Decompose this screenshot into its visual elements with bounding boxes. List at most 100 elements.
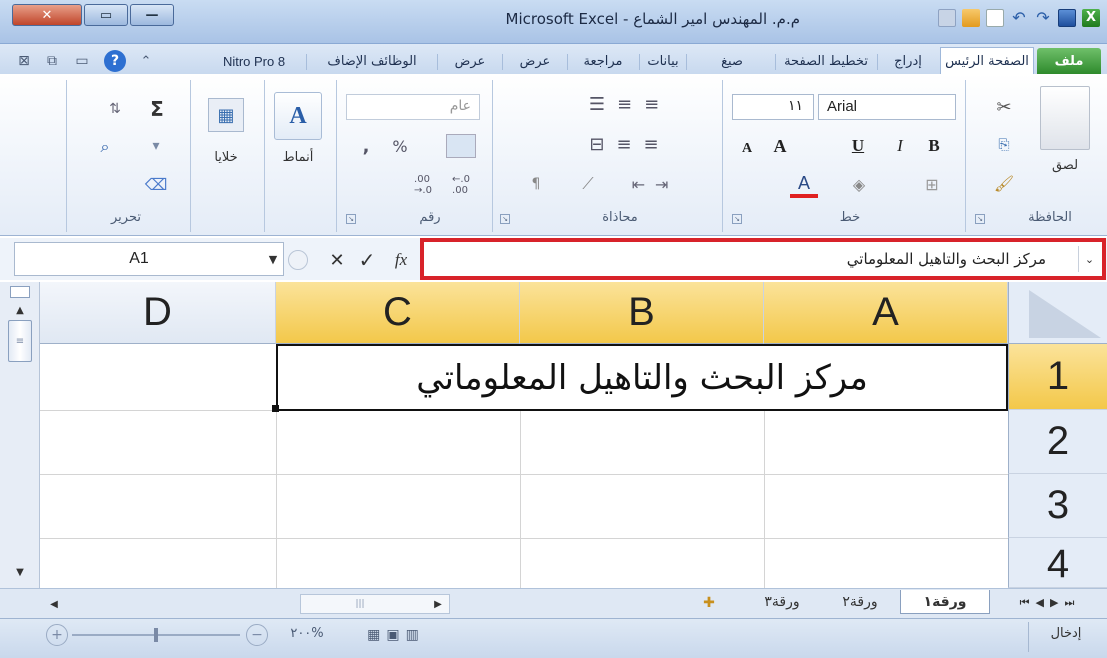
borders-icon[interactable]: ⊞: [920, 172, 944, 196]
horizontal-scroll-thumb[interactable]: |||: [340, 595, 380, 613]
tab-file[interactable]: ملف: [1037, 48, 1101, 74]
minimize-window-button[interactable]: —: [130, 4, 174, 26]
row-header-3[interactable]: 3: [1008, 474, 1107, 538]
sheet-tab-1[interactable]: ورقة١: [900, 590, 990, 614]
row-header-1[interactable]: 1: [1008, 344, 1107, 410]
underline-button[interactable]: U: [846, 134, 870, 158]
name-box-dropdown-icon[interactable]: ▼: [263, 253, 283, 266]
cancel-entry-button[interactable]: ✕: [326, 246, 348, 274]
save-icon[interactable]: [1058, 9, 1076, 27]
tab-formulas[interactable]: صيغ: [690, 50, 774, 72]
italic-button[interactable]: I: [888, 134, 912, 158]
vertical-scroll-thumb[interactable]: ≡: [8, 320, 32, 362]
split-box-icon[interactable]: [10, 286, 30, 298]
ribbon-close-icon[interactable]: ⊠: [14, 52, 34, 70]
font-name-select[interactable]: Arial: [818, 94, 956, 120]
column-header-c[interactable]: C: [276, 282, 520, 344]
sheet-tab-2[interactable]: ورقة٢: [820, 590, 900, 614]
fill-color-icon[interactable]: ◈: [846, 172, 872, 196]
expand-formula-bar-icon[interactable]: ⌄: [1078, 246, 1100, 272]
grow-font-button[interactable]: A: [768, 134, 792, 158]
open-icon[interactable]: [962, 9, 980, 27]
percent-button[interactable]: %: [388, 134, 412, 158]
comma-style-button[interactable]: ,: [356, 134, 376, 158]
name-box[interactable]: A1 ▼: [14, 242, 284, 276]
new-icon[interactable]: [986, 9, 1004, 27]
redo-icon[interactable]: ↷: [1034, 9, 1052, 27]
alignment-launcher-icon[interactable]: ↘: [500, 214, 510, 224]
shrink-font-button[interactable]: A: [736, 138, 758, 160]
fill-icon[interactable]: ▾: [144, 134, 168, 158]
help-icon[interactable]: ?: [104, 50, 126, 72]
increase-decimal-button[interactable]: .00 →.0: [408, 170, 438, 200]
zoom-slider-thumb[interactable]: [154, 628, 158, 642]
format-painter-icon[interactable]: 🖌: [993, 172, 1015, 194]
formula-input[interactable]: مركز البحث والتاهيل المعلوماتي: [420, 238, 1106, 280]
font-launcher-icon[interactable]: ↘: [732, 214, 742, 224]
clipboard-launcher-icon[interactable]: ↘: [975, 214, 985, 224]
paste-icon[interactable]: [1040, 86, 1090, 150]
styles-label[interactable]: أنماط: [270, 150, 326, 165]
zoom-level[interactable]: %٢٠٠: [278, 626, 336, 641]
bold-button[interactable]: B: [922, 134, 946, 158]
scroll-right-icon[interactable]: ▶: [428, 594, 448, 614]
zoom-in-icon[interactable]: +: [46, 624, 68, 646]
tab-view-2[interactable]: عرض: [440, 50, 500, 72]
indent-icons[interactable]: ⇤⇥: [610, 172, 700, 196]
tab-home[interactable]: الصفحة الرئيس: [940, 47, 1034, 74]
font-size-select[interactable]: ١١: [732, 94, 814, 120]
tab-data[interactable]: بيانات: [642, 50, 684, 72]
customize-qat-icon[interactable]: [938, 9, 956, 27]
insert-function-button[interactable]: fx: [388, 246, 414, 274]
cut-icon[interactable]: ✂: [993, 96, 1015, 118]
zoom-out-icon[interactable]: −: [246, 624, 268, 646]
find-select-icon[interactable]: ⌕: [90, 134, 120, 160]
number-launcher-icon[interactable]: ↘: [346, 214, 356, 224]
cell-a1-selected[interactable]: مركز البحث والتاهيل المعلوماتي: [276, 344, 1008, 411]
insert-sheet-icon[interactable]: ✚: [696, 592, 722, 614]
close-window-button[interactable]: ✕: [12, 4, 82, 26]
fill-handle[interactable]: [272, 405, 279, 412]
vertical-align-icons[interactable]: ☰≡≡: [560, 92, 700, 116]
font-color-icon[interactable]: A: [790, 172, 818, 198]
row-header-4[interactable]: 4: [1008, 538, 1107, 588]
styles-icon[interactable]: A: [274, 92, 322, 140]
orientation-icon[interactable]: ⟋: [574, 172, 602, 196]
view-mode-icons[interactable]: ▦▣▥: [354, 624, 438, 646]
tab-addins[interactable]: الوظائف الإضاف: [310, 50, 434, 72]
currency-icon[interactable]: [446, 134, 476, 158]
horizontal-align-icons[interactable]: ⊟≡≡: [560, 132, 700, 156]
tab-review[interactable]: مراجعة: [570, 50, 636, 72]
paste-label[interactable]: لصق: [1040, 158, 1090, 173]
scroll-down-icon[interactable]: ▼: [12, 564, 28, 580]
enter-entry-button[interactable]: ✓: [356, 246, 378, 274]
column-header-b[interactable]: B: [520, 282, 764, 344]
column-header-a[interactable]: A: [764, 282, 1008, 344]
minimize-ribbon-icon[interactable]: ⌃: [136, 52, 156, 70]
sheet-nav-arrows-icon[interactable]: ⏮◀▶⏭: [1000, 592, 1100, 614]
tab-nitro[interactable]: Nitro Pro 8: [205, 50, 303, 72]
maximize-window-button[interactable]: ▭: [84, 4, 128, 26]
autosum-button[interactable]: Σ: [144, 96, 170, 122]
window-minimize-icon[interactable]: ▭: [72, 52, 92, 70]
scroll-up-icon[interactable]: ▲: [12, 302, 28, 318]
cells-label[interactable]: خلايا: [198, 150, 254, 165]
window-restore-icon[interactable]: ⧉: [42, 52, 62, 70]
tab-insert[interactable]: إدراج: [880, 50, 936, 72]
select-all-button[interactable]: [1008, 282, 1107, 344]
rtl-direction-icon[interactable]: ¶: [522, 172, 550, 196]
number-format-select[interactable]: عام: [346, 94, 480, 120]
decrease-decimal-button[interactable]: ←.0 .00: [446, 170, 476, 200]
undo-icon[interactable]: ↶: [1010, 9, 1028, 27]
row-header-2[interactable]: 2: [1008, 410, 1107, 474]
tab-page-layout[interactable]: تخطيط الصفحة: [778, 50, 874, 72]
sheet-tab-3[interactable]: ورقة٣: [744, 590, 820, 614]
sort-filter-icon[interactable]: ⇅: [100, 96, 130, 122]
cells-icon[interactable]: ▦: [208, 98, 244, 132]
formula-bar-handle-icon[interactable]: [288, 250, 308, 270]
copy-icon[interactable]: ⎘: [993, 134, 1015, 156]
scroll-left-icon[interactable]: ◀: [44, 594, 64, 614]
clear-icon[interactable]: ⌫: [144, 172, 168, 196]
tab-view[interactable]: عرض: [505, 50, 565, 72]
column-header-d[interactable]: D: [40, 282, 276, 344]
